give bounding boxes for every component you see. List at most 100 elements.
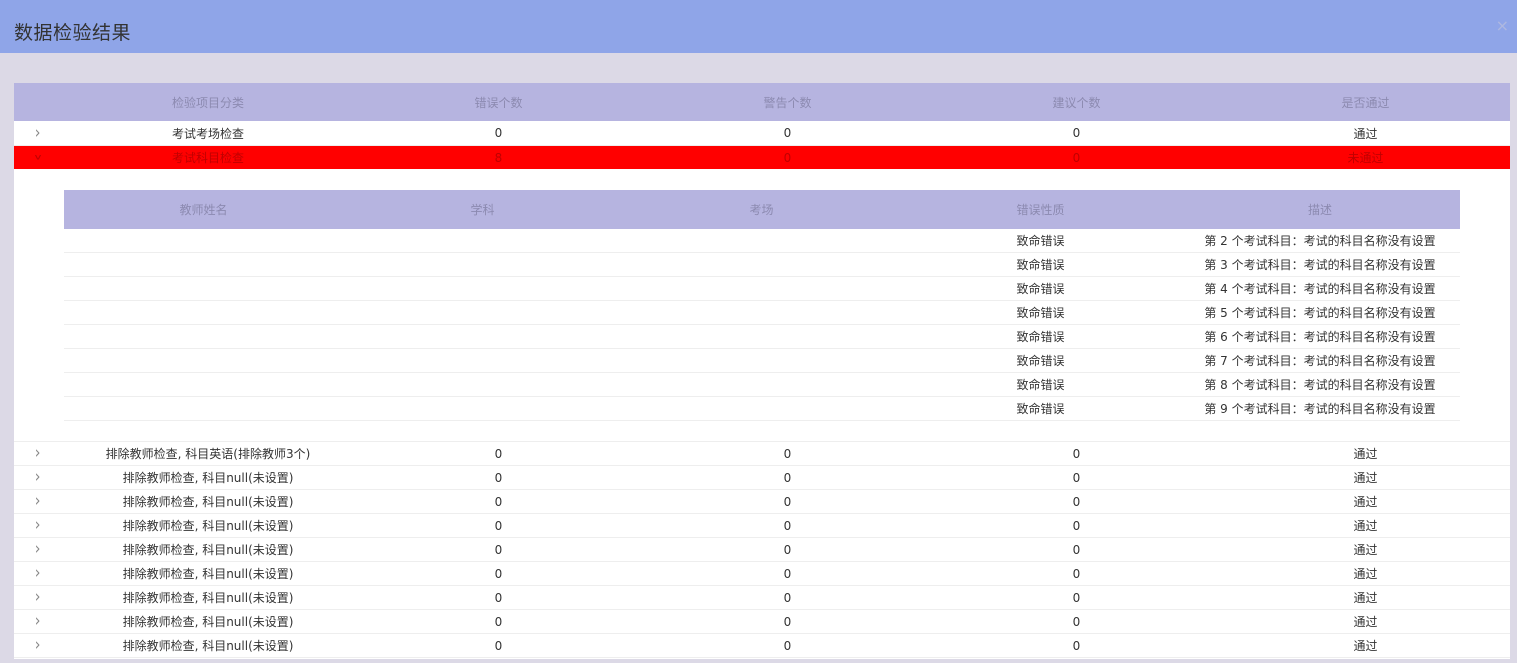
category-cell: 考试科目检查: [171, 151, 244, 165]
pass-status-cell: 通过: [1353, 447, 1378, 461]
chevron-right-icon[interactable]: ›: [14, 540, 62, 560]
pass-status-cell: 通过: [1353, 519, 1378, 533]
severity-cell: 致命错误: [1016, 258, 1065, 272]
description-cell: 第 8 个考试科目：考试的科目名称没有设置: [1204, 378, 1436, 392]
pass-status-cell: 通过: [1353, 567, 1378, 581]
table-row[interactable]: › 排除教师检查, 科目null(未设置) 0 0 0 通过: [14, 586, 1510, 610]
description-cell: 第 5 个考试科目：考试的科目名称没有设置: [1204, 306, 1436, 320]
suggestion-count-cell: 0: [1072, 494, 1081, 509]
column-header-description: 描述: [1307, 203, 1332, 217]
close-icon[interactable]: ×: [1496, 16, 1509, 35]
results-table: 检验项目分类 错误个数 警告个数 建议个数 是否通过 › 考试考场检查 0 0 0 通过 ∨…: [14, 83, 1510, 663]
dialog-title-bar: 数据检验结果 ×: [0, 0, 1517, 53]
column-header-subject: 学科: [470, 203, 495, 217]
table-row[interactable]: › 排除教师检查, 科目null(未设置) 0 0 0 通过: [14, 610, 1510, 634]
detail-row: 致命错误 第 2 个考试科目：考试的科目名称没有设置: [64, 229, 1460, 253]
suggestion-count-cell: 0: [1072, 638, 1081, 653]
warning-count-cell: 0: [783, 446, 792, 461]
pass-status-cell: 通过: [1353, 615, 1378, 629]
column-header-category: 检验项目分类: [171, 95, 244, 110]
description-cell: 第 2 个考试科目：考试的科目名称没有设置: [1204, 234, 1436, 248]
chevron-right-icon[interactable]: ›: [14, 492, 62, 512]
suggestion-count-cell: 0: [1072, 518, 1081, 533]
description-cell: 第 6 个考试科目：考试的科目名称没有设置: [1204, 330, 1436, 344]
chevron-right-icon[interactable]: ›: [14, 468, 62, 488]
chevron-right-icon[interactable]: ›: [14, 123, 62, 143]
detail-row: 致命错误 第 8 个考试科目：考试的科目名称没有设置: [64, 373, 1460, 397]
warning-count-cell: 0: [783, 470, 792, 485]
table-row[interactable]: › 排除教师检查, 科目null(未设置) 0 0 0 通过: [14, 634, 1510, 658]
suggestion-count-cell: 0: [1072, 446, 1081, 461]
category-cell: 排除教师检查, 科目null(未设置): [122, 615, 294, 629]
severity-cell: 致命错误: [1016, 330, 1065, 344]
chevron-right-icon[interactable]: ›: [14, 444, 62, 464]
pass-status-cell: 通过: [1353, 639, 1378, 653]
description-cell: 第 9 个考试科目：考试的科目名称没有设置: [1204, 402, 1436, 416]
category-cell: 排除教师检查, 科目null(未设置): [122, 591, 294, 605]
warning-count-cell: 0: [783, 614, 792, 629]
panel-bottom-edge: [14, 659, 1510, 663]
severity-cell: 致命错误: [1016, 282, 1065, 296]
table-header: 检验项目分类 错误个数 警告个数 建议个数 是否通过: [14, 83, 1510, 121]
category-cell: 排除教师检查, 科目null(未设置): [122, 495, 294, 509]
suggestion-count-cell: 0: [1072, 150, 1081, 165]
column-header-teacher: 教师姓名: [179, 203, 228, 217]
suggestion-count-cell: 0: [1072, 590, 1081, 605]
severity-cell: 致命错误: [1016, 378, 1065, 392]
category-cell: 考试考场检查: [171, 126, 244, 141]
table-row[interactable]: › 排除教师检查, 科目null(未设置) 0 0 0 通过: [14, 466, 1510, 490]
error-count-cell: 0: [494, 494, 503, 509]
detail-row: 致命错误 第 4 个考试科目：考试的科目名称没有设置: [64, 277, 1460, 301]
table-row[interactable]: › 排除教师检查, 科目null(未设置) 0 0 0 通过: [14, 538, 1510, 562]
column-header-suggestions: 建议个数: [1052, 95, 1101, 110]
chevron-down-icon[interactable]: ∨: [14, 150, 62, 165]
category-cell: 排除教师检查, 科目null(未设置): [122, 567, 294, 581]
error-count-cell: 0: [494, 542, 503, 557]
category-cell: 排除教师检查, 科目null(未设置): [122, 639, 294, 653]
pass-status-cell: 通过: [1353, 495, 1378, 509]
detail-table-header: 教师姓名 学科 考场 错误性质 描述: [64, 190, 1460, 229]
chevron-right-icon[interactable]: ›: [14, 564, 62, 584]
error-count-cell: 8: [494, 150, 503, 165]
table-row[interactable]: › 考试考场检查 0 0 0 通过: [14, 121, 1510, 146]
expanded-detail: 教师姓名 学科 考场 错误性质 描述 致命错误第 2 个考试科目：考试的科目名称没有设置致…: [14, 169, 1510, 442]
detail-row: 致命错误 第 6 个考试科目：考试的科目名称没有设置: [64, 325, 1460, 349]
column-header-passed: 是否通过: [1341, 95, 1390, 110]
chevron-right-icon[interactable]: ›: [14, 636, 62, 656]
warning-count-cell: 0: [783, 126, 792, 140]
chevron-right-icon[interactable]: ›: [14, 588, 62, 608]
severity-cell: 致命错误: [1016, 354, 1065, 368]
detail-table: 教师姓名 学科 考场 错误性质 描述 致命错误第 2 个考试科目：考试的科目名称没有设置致…: [64, 190, 1460, 421]
table-row[interactable]: › 排除教师检查, 科目null(未设置) 0 0 0 通过: [14, 562, 1510, 586]
chevron-right-icon[interactable]: ›: [14, 516, 62, 536]
category-cell: 排除教师检查, 科目null(未设置): [122, 471, 294, 485]
warning-count-cell: 0: [783, 150, 792, 165]
warning-count-cell: 0: [783, 494, 792, 509]
column-header-errors: 错误个数: [474, 95, 523, 110]
column-header-warnings: 警告个数: [763, 95, 812, 110]
warning-count-cell: 0: [783, 566, 792, 581]
error-count-cell: 0: [494, 638, 503, 653]
severity-cell: 致命错误: [1016, 306, 1065, 320]
suggestion-count-cell: 0: [1072, 566, 1081, 581]
suggestion-count-cell: 0: [1072, 542, 1081, 557]
description-cell: 第 3 个考试科目：考试的科目名称没有设置: [1204, 258, 1436, 272]
pass-status-cell: 通过: [1353, 126, 1378, 141]
error-count-cell: 0: [494, 446, 503, 461]
warning-count-cell: 0: [783, 590, 792, 605]
severity-cell: 致命错误: [1016, 234, 1065, 248]
detail-row: 致命错误 第 7 个考试科目：考试的科目名称没有设置: [64, 349, 1460, 373]
table-row[interactable]: ∨ 考试科目检查 8 0 0 未通过: [14, 146, 1510, 169]
table-body: › 考试考场检查 0 0 0 通过 ∨ 考试科目检查 8 0 0 未通过 教师姓名 学科 考场 错误性质 描述致…: [14, 121, 1510, 658]
pass-status-cell: 通过: [1353, 591, 1378, 605]
chevron-right-icon[interactable]: ›: [14, 612, 62, 632]
error-count-cell: 0: [494, 470, 503, 485]
warning-count-cell: 0: [783, 638, 792, 653]
pass-status-cell: 通过: [1353, 471, 1378, 485]
error-count-cell: 0: [494, 126, 503, 140]
table-row[interactable]: › 排除教师检查, 科目英语(排除教师3个) 0 0 0 通过: [14, 442, 1510, 466]
table-row[interactable]: › 排除教师检查, 科目null(未设置) 0 0 0 通过: [14, 514, 1510, 538]
column-header-severity: 错误性质: [1016, 203, 1065, 217]
table-row[interactable]: › 排除教师检查, 科目null(未设置) 0 0 0 通过: [14, 490, 1510, 514]
detail-row: 致命错误 第 5 个考试科目：考试的科目名称没有设置: [64, 301, 1460, 325]
